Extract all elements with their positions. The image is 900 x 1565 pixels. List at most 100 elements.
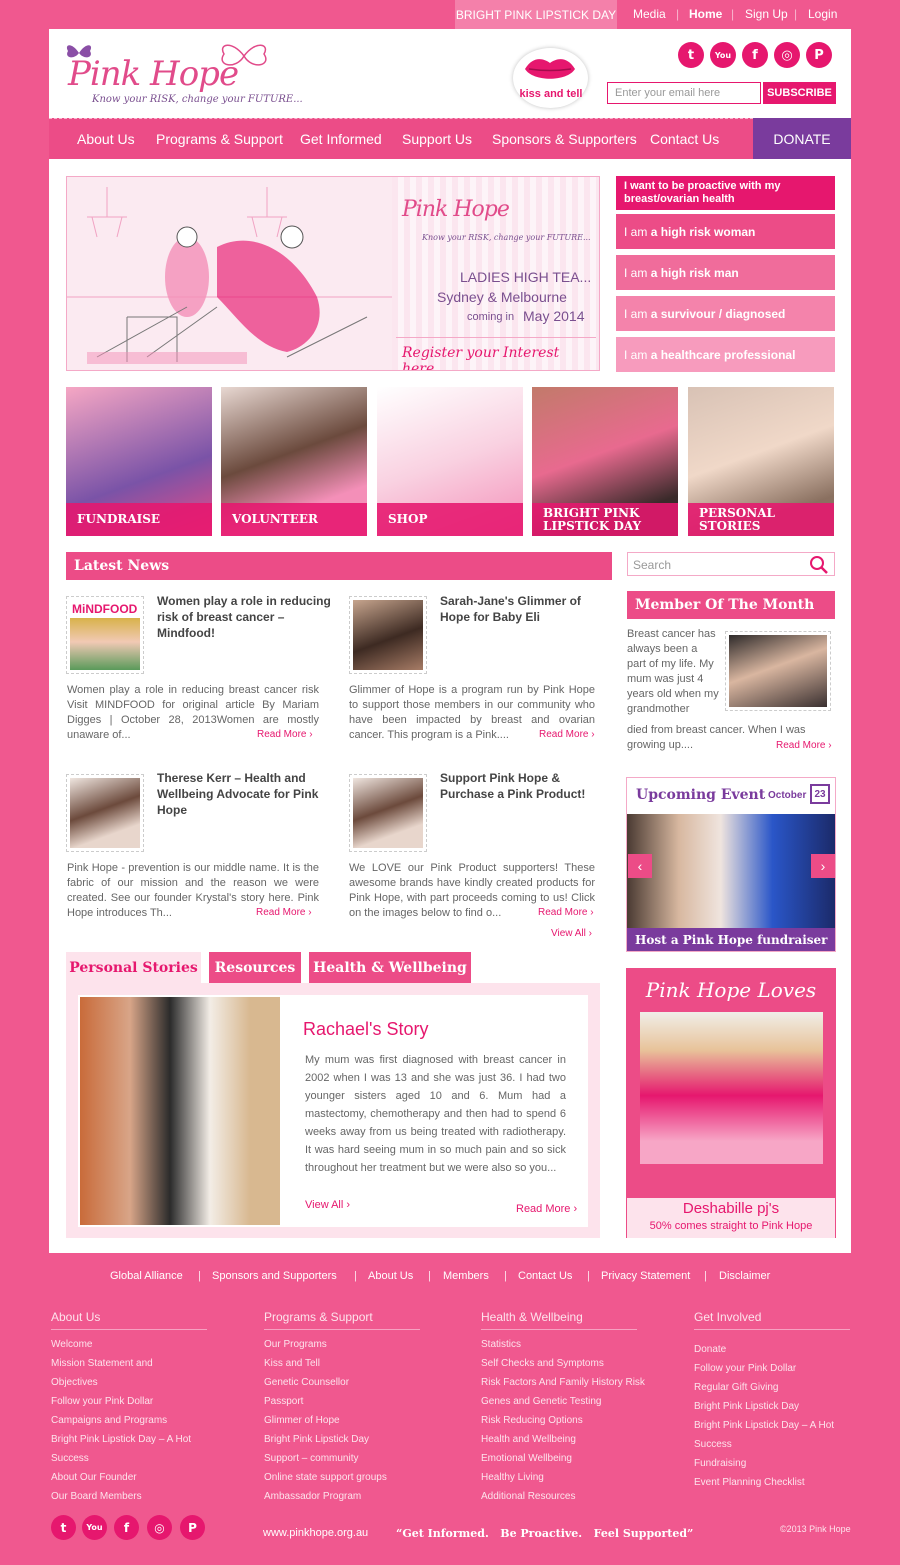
story-read-more[interactable]: Read More ›	[516, 1203, 577, 1215]
media-link[interactable]: Media	[633, 7, 666, 21]
footer-link[interactable]: Healthy Living	[481, 1468, 651, 1487]
footer-link[interactable]: About Our Founder	[51, 1468, 201, 1487]
tile-volunteer[interactable]: VOLUNTEER	[221, 387, 367, 536]
search-box[interactable]: Search	[627, 552, 835, 576]
footer-link[interactable]: Campaigns and Programs	[51, 1411, 201, 1430]
tile-bright-pink-lipstick-day[interactable]: BRIGHT PINK LIPSTICK DAY	[532, 387, 678, 536]
home-link[interactable]: Home	[689, 7, 722, 21]
footer-nav-about-us[interactable]: About Us	[368, 1270, 413, 1282]
footer-link[interactable]: Passport	[264, 1392, 424, 1411]
pinterest-icon[interactable]: P	[806, 42, 832, 68]
footer-nav-sponsors[interactable]: Sponsors and Supporters	[212, 1270, 337, 1282]
loves-card[interactable]: Pink Hope Loves Deshabille pj's 50% come…	[626, 968, 836, 1238]
news-title[interactable]: Therese Kerr – Health and Wellbeing Advo…	[157, 770, 337, 818]
next-arrow-icon[interactable]: ›	[811, 854, 835, 878]
footer-link[interactable]: Regular Gift Giving	[694, 1378, 874, 1397]
footer-nav-members[interactable]: Members	[443, 1270, 489, 1282]
footer-url[interactable]: www.pinkhope.org.au	[263, 1527, 368, 1539]
news-thumbnail[interactable]: MiNDFOOD	[66, 596, 144, 674]
nav-programs-support[interactable]: Programs & Support	[156, 131, 283, 147]
footer-link[interactable]: Fundraising	[694, 1454, 874, 1473]
footer-link[interactable]: Follow your Pink Dollar	[51, 1392, 201, 1411]
kiss-and-tell-badge[interactable]: kiss and tell	[513, 48, 588, 108]
footer-nav-privacy[interactable]: Privacy Statement	[601, 1270, 690, 1282]
campaign-link[interactable]: BRIGHT PINK LIPSTICK DAY	[455, 0, 617, 29]
footer-link[interactable]: Support – community	[264, 1449, 424, 1468]
view-all-news-link[interactable]: View All ›	[551, 928, 592, 939]
tab-health-wellbeing[interactable]: Health & Wellbeing	[309, 952, 471, 983]
facebook-icon[interactable]: f	[742, 42, 768, 68]
footer-link[interactable]: Statistics	[481, 1335, 651, 1354]
footer-link[interactable]: Glimmer of Hope	[264, 1411, 424, 1430]
footer-link[interactable]: Our Board Members	[51, 1487, 201, 1506]
footer-link[interactable]: Welcome	[51, 1335, 201, 1354]
event-caption[interactable]: Host a Pink Hope fundraiser	[627, 928, 835, 951]
prev-arrow-icon[interactable]: ‹	[628, 854, 652, 878]
footer-link[interactable]: Emotional Wellbeing	[481, 1449, 651, 1468]
search-input[interactable]: Search	[633, 558, 671, 572]
footer-link[interactable]: Genetic Counsellor	[264, 1373, 424, 1392]
news-title[interactable]: Support Pink Hope & Purchase a Pink Prod…	[440, 770, 610, 802]
site-logo[interactable]: Pink Hope Know your RISK, change your FU…	[64, 40, 304, 110]
footer-link[interactable]: Risk Factors And Family History Risk	[481, 1373, 651, 1392]
footer-nav-global-alliance[interactable]: Global Alliance	[110, 1270, 183, 1282]
nav-contact-us[interactable]: Contact Us	[650, 131, 719, 147]
story-view-all[interactable]: View All ›	[305, 1199, 350, 1211]
read-more-link[interactable]: Read More ›	[538, 907, 594, 918]
hero-cta[interactable]: Register your Interest here...	[402, 345, 599, 370]
email-field[interactable]: Enter your email here	[607, 82, 761, 104]
footer-link[interactable]: Event Planning Checklist	[694, 1473, 874, 1492]
tile-shop[interactable]: SHOP	[377, 387, 523, 536]
story-title[interactable]: Rachael's Story	[303, 1019, 429, 1040]
read-more-link[interactable]: Read More ›	[539, 729, 595, 740]
nav-sponsors[interactable]: Sponsors & Supporters	[492, 131, 637, 147]
news-title[interactable]: Women play a role in reducing risk of br…	[157, 593, 337, 641]
donate-button[interactable]: DONATE	[753, 118, 851, 159]
news-thumbnail[interactable]	[349, 774, 427, 852]
tab-resources[interactable]: Resources	[209, 952, 301, 983]
instagram-icon[interactable]: ◎	[147, 1515, 172, 1540]
pinterest-icon[interactable]: P	[180, 1515, 205, 1540]
signup-link[interactable]: Sign Up	[745, 7, 788, 21]
side-menu-healthcare[interactable]: I am a healthcare professional	[616, 337, 835, 372]
footer-link[interactable]: Bright Pink Lipstick Day – A Hot Success	[51, 1430, 201, 1468]
instagram-icon[interactable]: ◎	[774, 42, 800, 68]
twitter-icon[interactable]: t	[51, 1515, 76, 1540]
login-link[interactable]: Login	[808, 7, 837, 21]
footer-link[interactable]: Follow your Pink Dollar	[694, 1359, 874, 1378]
footer-link[interactable]: Bright Pink Lipstick Day	[264, 1430, 424, 1449]
side-menu-survivor[interactable]: I am a survivour / diagnosed	[616, 296, 835, 331]
side-menu-high-risk-man[interactable]: I am a high risk man	[616, 255, 835, 290]
twitter-icon[interactable]: t	[678, 42, 704, 68]
nav-about-us[interactable]: About Us	[77, 131, 135, 147]
facebook-icon[interactable]: f	[114, 1515, 139, 1540]
footer-link[interactable]: Online state support groups	[264, 1468, 424, 1487]
footer-link[interactable]: Mission Statement and Objectives	[51, 1354, 201, 1392]
footer-link[interactable]: Health and Wellbeing	[481, 1430, 651, 1449]
footer-nav-disclaimer[interactable]: Disclaimer	[719, 1270, 770, 1282]
tile-fundraise[interactable]: FUNDRAISE	[66, 387, 212, 536]
footer-link[interactable]: Our Programs	[264, 1335, 424, 1354]
hero-banner[interactable]: Pink Hope Know your RISK, change your FU…	[66, 176, 600, 371]
footer-link[interactable]: Genes and Genetic Testing	[481, 1392, 651, 1411]
youtube-icon[interactable]: You	[710, 42, 736, 68]
news-title[interactable]: Sarah-Jane's Glimmer of Hope for Baby El…	[440, 593, 610, 625]
search-icon[interactable]	[809, 555, 829, 575]
footer-link[interactable]: Donate	[694, 1340, 874, 1359]
news-thumbnail[interactable]	[66, 774, 144, 852]
member-read-more[interactable]: Read More ›	[776, 740, 832, 751]
footer-link[interactable]: Bright Pink Lipstick Day – A Hot Success	[694, 1416, 874, 1454]
event-photo[interactable]	[627, 814, 835, 928]
side-menu-high-risk-woman[interactable]: I am a high risk woman	[616, 214, 835, 249]
nav-get-informed[interactable]: Get Informed	[300, 131, 382, 147]
footer-nav-contact-us[interactable]: Contact Us	[518, 1270, 572, 1282]
tab-personal-stories[interactable]: Personal Stories	[66, 952, 201, 983]
read-more-link[interactable]: Read More ›	[256, 907, 312, 918]
footer-link[interactable]: Risk Reducing Options	[481, 1411, 651, 1430]
footer-link[interactable]: Ambassador Program	[264, 1487, 424, 1506]
footer-link[interactable]: Additional Resources	[481, 1487, 651, 1506]
youtube-icon[interactable]: You	[82, 1515, 107, 1540]
footer-link[interactable]: Kiss and Tell	[264, 1354, 424, 1373]
news-thumbnail[interactable]	[349, 596, 427, 674]
nav-support-us[interactable]: Support Us	[402, 131, 472, 147]
